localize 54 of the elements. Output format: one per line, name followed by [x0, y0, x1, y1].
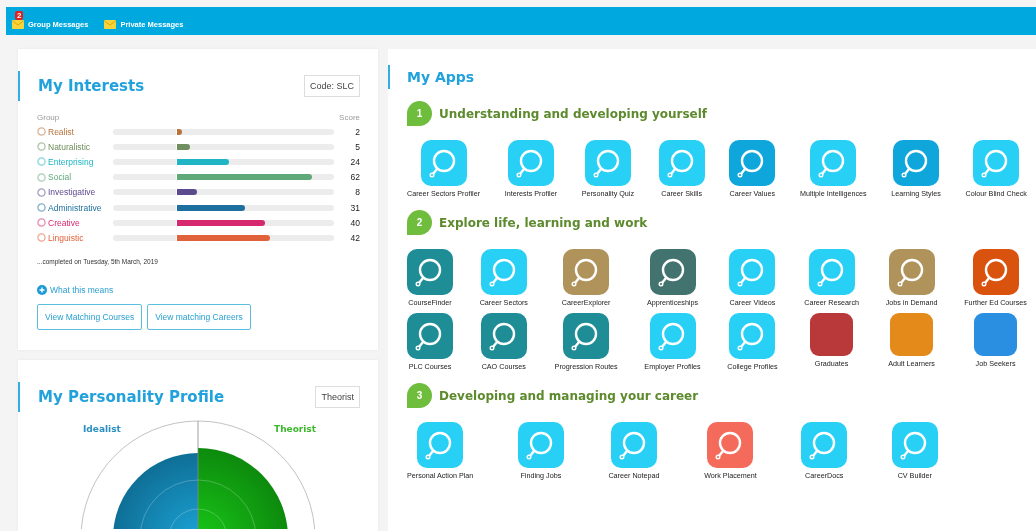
panel-title: My Apps	[407, 69, 475, 85]
code-label: Code: SLC	[303, 75, 360, 97]
app-icon[interactable]	[563, 313, 610, 359]
group-name: Realist	[48, 126, 74, 137]
app-icon[interactable]	[480, 313, 527, 359]
envelope-icon	[104, 19, 117, 29]
score-value: 31	[349, 202, 360, 213]
quadrant-label: Idealist	[83, 424, 121, 434]
personality-type-label: Theorist	[315, 386, 360, 408]
section-title: Explore life, learning and work	[439, 215, 648, 230]
app-icon[interactable]	[972, 249, 1019, 295]
bar-baseline	[113, 189, 176, 196]
card-title: My Interests	[38, 77, 145, 95]
card-title: My Personality Profile	[38, 388, 225, 406]
group-name: Administrative	[48, 202, 102, 213]
column-header: Score	[339, 113, 360, 122]
quadrant-label: Theorist	[274, 424, 317, 434]
score-value: 5	[354, 141, 360, 152]
step-number: 3	[407, 383, 432, 408]
group-name: Naturalistic	[48, 141, 91, 152]
app-icon[interactable]	[649, 249, 696, 295]
group-name: Creative	[48, 217, 80, 228]
envelope-icon	[12, 19, 24, 29]
score-value: 40	[349, 217, 360, 228]
step-number: 2	[407, 210, 432, 235]
section-title: Developing and managing your career	[439, 388, 699, 403]
app-icon[interactable]	[563, 249, 610, 295]
app-icon[interactable]	[729, 140, 776, 186]
app-icon[interactable]	[707, 422, 754, 468]
bar-baseline	[113, 143, 176, 150]
score-value: 2	[354, 126, 360, 137]
section-title: Understanding and developing yourself	[439, 106, 708, 121]
bar-baseline	[113, 234, 176, 241]
bar-baseline	[113, 128, 176, 135]
bar-baseline	[113, 219, 176, 226]
score-value: 42	[349, 232, 360, 243]
step-number: 1	[407, 101, 432, 126]
group-name: Investigative	[48, 187, 96, 198]
bar-baseline	[113, 158, 176, 165]
group-name: Linguistic	[48, 232, 84, 243]
app-icon[interactable]	[407, 313, 453, 359]
bar-baseline	[113, 204, 176, 211]
app-icon[interactable]	[888, 249, 935, 295]
score-value: 62	[349, 172, 360, 183]
column-header: Group	[37, 113, 60, 122]
plus-icon	[37, 284, 47, 295]
app-icon[interactable]	[407, 249, 453, 295]
bar-baseline	[113, 174, 176, 181]
group-name: Enterprising	[48, 156, 94, 167]
score-value: 8	[354, 187, 360, 198]
group-name: Social	[48, 172, 72, 183]
unread-badge: 2	[15, 10, 24, 20]
app-icon[interactable]	[893, 140, 940, 186]
score-value: 24	[349, 156, 360, 167]
